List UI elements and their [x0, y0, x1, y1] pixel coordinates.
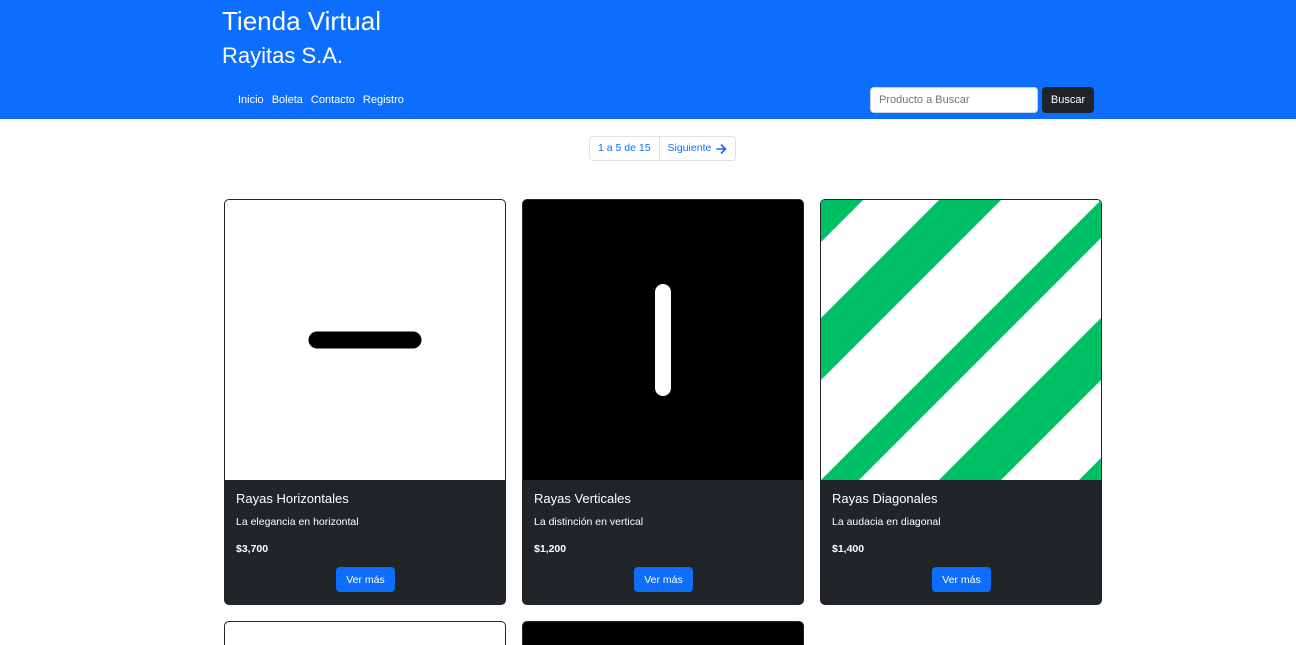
search-input[interactable] — [870, 87, 1038, 113]
card-body: Rayas Horizontales La elegancia en horiz… — [225, 480, 505, 604]
product-card: Rayas Horizontales La elegancia en horiz… — [224, 199, 506, 605]
nav-link-contacto[interactable]: Contacto — [311, 92, 355, 108]
product-description: La elegancia en horizontal — [236, 516, 359, 528]
nav-link-inicio[interactable]: Inicio — [238, 92, 264, 108]
arrow-right-icon — [716, 143, 727, 154]
product-card-partial — [522, 621, 804, 645]
product-card: Rayas Diagonales La audacia en diagonal … — [820, 199, 1102, 605]
nav-link-registro[interactable]: Registro — [363, 92, 404, 108]
pagination-info: 1 a 5 de 15 — [590, 137, 660, 160]
product-description: La audacia en diagonal — [832, 516, 941, 528]
ver-mas-button[interactable]: Ver más — [336, 567, 395, 592]
product-card-partial — [224, 621, 506, 645]
search-button[interactable]: Buscar — [1042, 87, 1094, 113]
product-image-diagonal-stripes — [821, 200, 1101, 480]
ver-mas-button[interactable]: Ver más — [634, 567, 693, 592]
product-price: $1,200 — [534, 543, 567, 555]
product-card: Rayas Verticales La distinción en vertic… — [522, 199, 804, 605]
product-description: La distinción en vertical — [534, 516, 644, 528]
product-image-horizontal-stripe — [225, 200, 505, 480]
product-image-vertical-stripe — [523, 200, 803, 480]
product-title: Rayas Verticales — [534, 491, 631, 506]
product-title: Rayas Diagonales — [832, 491, 938, 506]
ver-mas-button[interactable]: Ver más — [932, 567, 991, 592]
store-subtitle: Rayitas S.A. — [222, 43, 344, 68]
nav-link-boleta[interactable]: Boleta — [272, 92, 303, 108]
pagination-next-label: Siguiente — [667, 142, 712, 154]
product-price: $3,700 — [236, 543, 269, 555]
pagination: 1 a 5 de 15 Siguiente — [589, 136, 737, 161]
store-title: Tienda Virtual — [222, 6, 381, 36]
site-header: Tienda Virtual Rayitas S.A. Inicio Bolet… — [0, 0, 1296, 119]
product-price: $1,400 — [832, 543, 865, 555]
pagination-next-button[interactable]: Siguiente — [660, 137, 736, 160]
card-body: Rayas Diagonales La audacia en diagonal … — [821, 480, 1101, 604]
card-body: Rayas Verticales La distinción en vertic… — [523, 480, 803, 604]
main-nav: Inicio Boleta Contacto Registro — [238, 92, 404, 108]
product-title: Rayas Horizontales — [236, 491, 349, 506]
